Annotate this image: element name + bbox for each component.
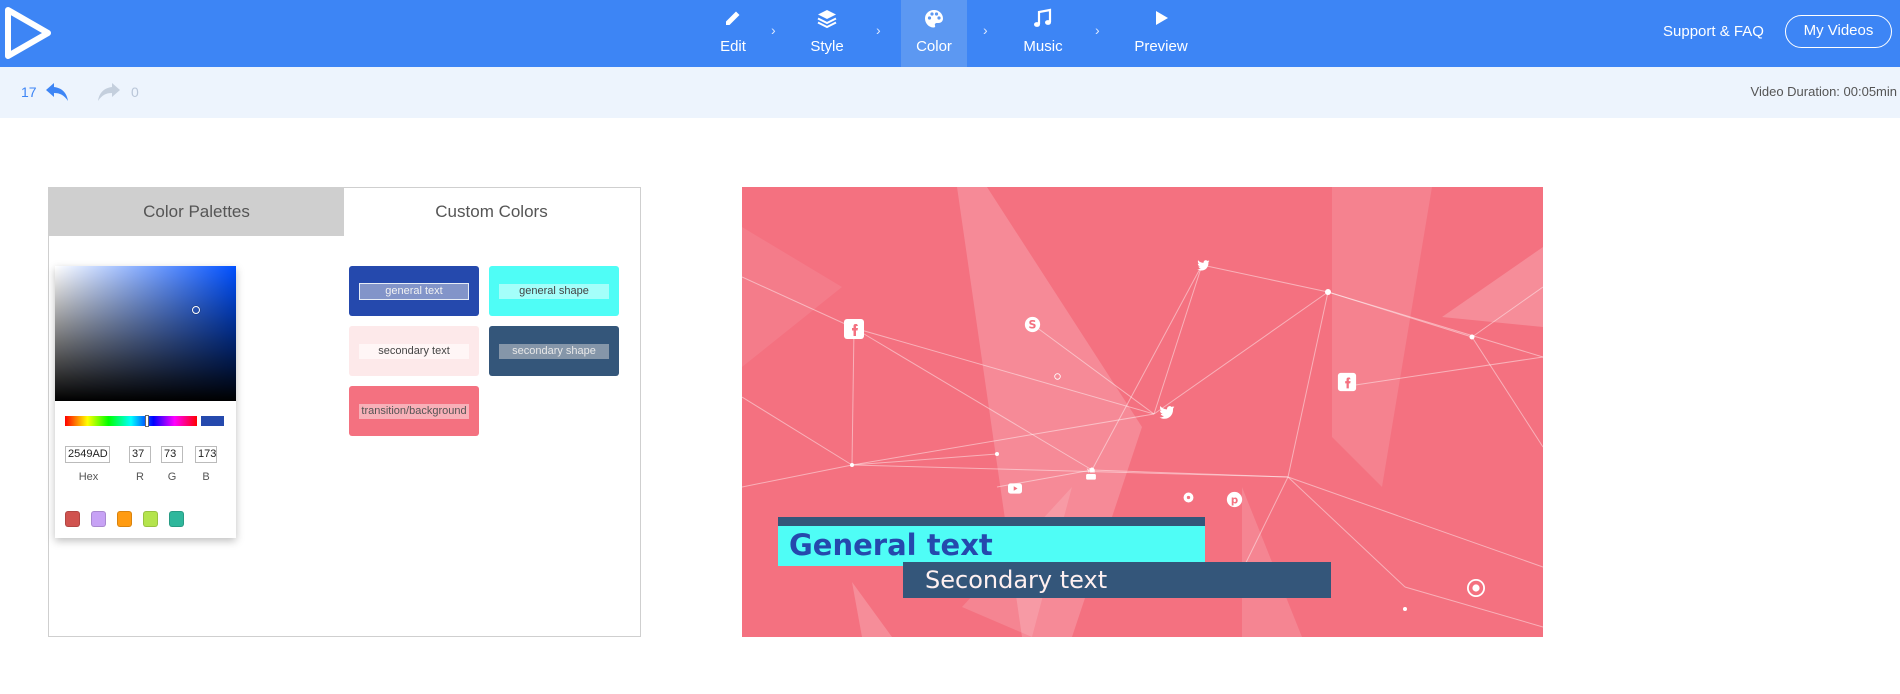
- g-input[interactable]: 73: [161, 446, 183, 463]
- general-shape-color-button[interactable]: general shape: [489, 266, 619, 316]
- step-label: Style: [810, 38, 844, 55]
- saturation-area[interactable]: [55, 266, 236, 401]
- facebook-icon: [844, 319, 864, 339]
- layers-icon: [817, 10, 837, 29]
- step-style[interactable]: Style: [794, 0, 860, 67]
- skype-icon: S: [1024, 316, 1041, 333]
- youtube-icon: [1008, 483, 1022, 494]
- step-music[interactable]: Music: [1010, 0, 1076, 67]
- general-text-color-button[interactable]: general text: [349, 266, 479, 316]
- secondary-text-color-button[interactable]: secondary text: [349, 326, 479, 376]
- play-logo[interactable]: [4, 6, 54, 60]
- support-faq-link[interactable]: Support & FAQ: [1663, 23, 1764, 40]
- color-picker: 2549AD 37 73 173 Hex R G B: [55, 266, 236, 538]
- chevron-right-icon: ›: [771, 22, 776, 38]
- general-text[interactable]: General text: [789, 528, 993, 562]
- preset-swatch[interactable]: [143, 511, 158, 527]
- preset-swatch[interactable]: [117, 511, 132, 527]
- step-label: Music: [1023, 38, 1063, 55]
- color-item-label: transition/background: [359, 404, 469, 419]
- chevron-right-icon: ›: [876, 22, 881, 38]
- music-note-icon: [1034, 8, 1052, 27]
- r-label: R: [136, 471, 144, 483]
- play-icon: [1156, 11, 1168, 25]
- hex-input[interactable]: 2549AD: [65, 446, 110, 463]
- video-preview: S You p General text Secondary text: [742, 187, 1543, 637]
- video-duration: Video Duration: 00:05min: [1750, 84, 1897, 99]
- redo-count: 0: [131, 84, 139, 100]
- preset-swatch[interactable]: [91, 511, 106, 527]
- color-panel: Color Palettes Custom Colors 2549AD 37 7…: [48, 187, 641, 637]
- transition-background-color-button[interactable]: transition/background: [349, 386, 479, 436]
- g-label: G: [167, 471, 177, 483]
- r-input[interactable]: 37: [129, 446, 151, 463]
- color-item-label: secondary shape: [499, 344, 609, 359]
- pencil-icon: [726, 11, 740, 25]
- svg-text:You: You: [1086, 469, 1095, 475]
- my-videos-button[interactable]: My Videos: [1785, 15, 1892, 48]
- secondary-shape-color-button[interactable]: secondary shape: [489, 326, 619, 376]
- hex-label: Hex: [78, 471, 99, 483]
- b-input[interactable]: 173: [195, 446, 217, 463]
- twitter-icon: [1197, 260, 1210, 271]
- preset-swatch[interactable]: [169, 511, 184, 527]
- undo-icon[interactable]: [44, 81, 70, 103]
- general-shape-accent: [778, 517, 1205, 526]
- pinterest-icon: [1183, 492, 1194, 503]
- twitter-icon: [1159, 406, 1175, 419]
- pinterest-icon: p: [1226, 491, 1243, 508]
- b-label: B: [202, 471, 210, 483]
- hue-slider-handle[interactable]: [145, 415, 149, 427]
- color-item-label: general text: [359, 283, 469, 300]
- history-bar: 17 0 Video Duration: 00:05min: [0, 67, 1900, 118]
- step-label: Preview: [1134, 38, 1188, 55]
- instagram-icon: [1467, 579, 1485, 597]
- preset-swatch[interactable]: [65, 511, 80, 527]
- svg-text:S: S: [1029, 318, 1037, 331]
- color-item-label: general shape: [499, 284, 609, 299]
- tab-custom-colors[interactable]: Custom Colors: [344, 188, 639, 236]
- step-preview[interactable]: Preview: [1128, 0, 1194, 67]
- chevron-right-icon: ›: [983, 22, 988, 38]
- skype-icon: [1054, 373, 1061, 380]
- step-label: Edit: [720, 38, 746, 55]
- facebook-icon: [1337, 372, 1357, 392]
- palette-icon: [925, 10, 943, 28]
- chevron-right-icon: ›: [1095, 22, 1100, 38]
- undo-count: 17: [21, 84, 37, 100]
- youtube-icon: You: [1086, 469, 1096, 480]
- color-item-label: secondary text: [359, 344, 469, 359]
- step-edit[interactable]: Edit: [700, 0, 766, 67]
- current-color-swatch: [201, 416, 224, 426]
- saturation-cursor[interactable]: [192, 306, 200, 314]
- hue-slider[interactable]: [65, 415, 197, 427]
- step-color[interactable]: Color: [901, 0, 967, 67]
- secondary-text[interactable]: Secondary text: [925, 566, 1107, 594]
- step-label: Color: [916, 38, 952, 55]
- tab-color-palettes[interactable]: Color Palettes: [49, 188, 344, 236]
- top-nav-bar: Edit › Style › Color › Music › Preview S…: [0, 0, 1900, 67]
- svg-text:p: p: [1231, 495, 1238, 506]
- redo-icon[interactable]: [96, 81, 122, 103]
